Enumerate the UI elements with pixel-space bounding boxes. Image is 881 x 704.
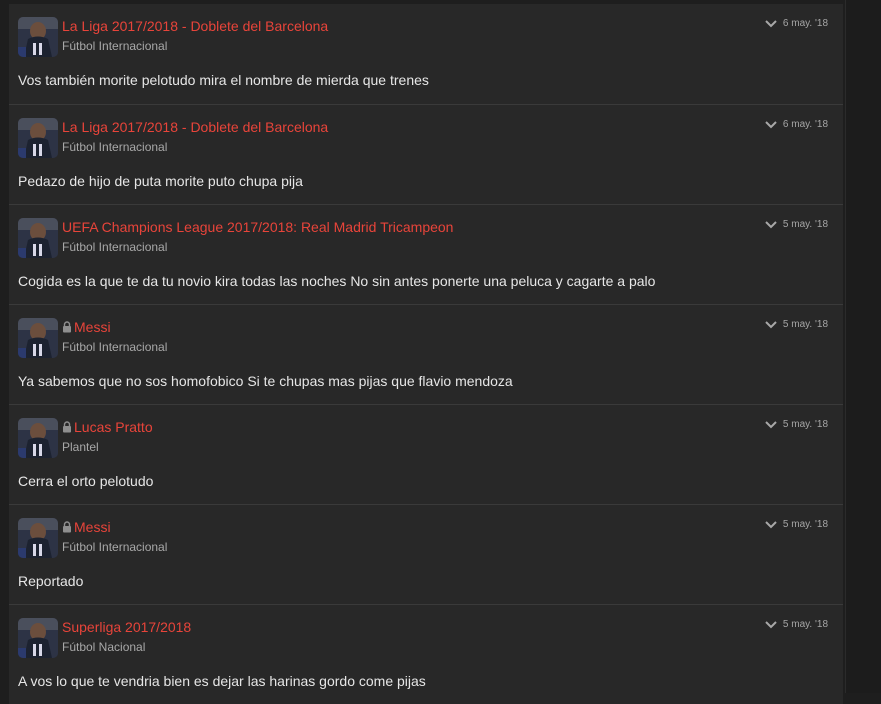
post-category[interactable]: Fútbol Internacional bbox=[62, 240, 167, 254]
lock-icon bbox=[63, 521, 71, 533]
chevron-down-icon[interactable] bbox=[765, 520, 777, 529]
post-meta: 5 may. '18 bbox=[765, 319, 828, 330]
avatar-image bbox=[18, 318, 58, 358]
post-title-link[interactable]: Messi bbox=[74, 319, 111, 335]
post-category[interactable]: Fútbol Internacional bbox=[62, 540, 167, 554]
avatar-image bbox=[18, 518, 58, 558]
post-date: 5 may. '18 bbox=[782, 219, 828, 230]
post-item: Superliga 2017/2018 Fútbol Nacional 5 ma… bbox=[9, 604, 843, 704]
post-meta: 6 may. '18 bbox=[765, 119, 828, 130]
post-body: Reportado bbox=[18, 573, 84, 589]
post-item: UEFA Champions League 2017/2018: Real Ma… bbox=[9, 204, 843, 304]
post-body: Cerra el orto pelotudo bbox=[18, 473, 154, 489]
post-title-line: Lucas Pratto bbox=[62, 419, 153, 435]
post-meta: 5 may. '18 bbox=[765, 519, 828, 530]
avatar-image bbox=[18, 17, 58, 57]
post-title-line: UEFA Champions League 2017/2018: Real Ma… bbox=[62, 219, 453, 235]
chevron-down-icon[interactable] bbox=[765, 220, 777, 229]
post-title-link[interactable]: Superliga 2017/2018 bbox=[62, 619, 191, 635]
avatar-image bbox=[18, 618, 58, 658]
chevron-down-icon[interactable] bbox=[765, 19, 777, 28]
post-title-link[interactable]: Lucas Pratto bbox=[74, 419, 153, 435]
post-title-line: La Liga 2017/2018 - Doblete del Barcelon… bbox=[62, 18, 328, 34]
post-title-line: Superliga 2017/2018 bbox=[62, 619, 191, 635]
post-meta: 5 may. '18 bbox=[765, 619, 828, 630]
avatar[interactable] bbox=[18, 17, 58, 57]
post-category[interactable]: Fútbol Internacional bbox=[62, 140, 167, 154]
post-meta: 5 may. '18 bbox=[765, 219, 828, 230]
post-date: 5 may. '18 bbox=[782, 319, 828, 330]
lock-icon bbox=[63, 421, 71, 433]
post-body: Vos también morite pelotudo mira el nomb… bbox=[18, 72, 429, 88]
post-category[interactable]: Fútbol Nacional bbox=[62, 640, 145, 654]
post-title-link[interactable]: La Liga 2017/2018 - Doblete del Barcelon… bbox=[62, 18, 328, 34]
avatar[interactable] bbox=[18, 118, 58, 158]
post-title-line: Messi bbox=[62, 519, 111, 535]
chevron-down-icon[interactable] bbox=[765, 320, 777, 329]
post-item: Lucas Pratto Plantel 5 may. '18 Cerra el… bbox=[9, 404, 843, 504]
post-meta: 6 may. '18 bbox=[765, 18, 828, 29]
side-gutter bbox=[845, 0, 881, 693]
post-body: Ya sabemos que no sos homofobico Si te c… bbox=[18, 373, 513, 389]
avatar[interactable] bbox=[18, 618, 58, 658]
post-body: Pedazo de hijo de puta morite puto chupa… bbox=[18, 173, 303, 189]
avatar-image bbox=[18, 118, 58, 158]
post-title-line: Messi bbox=[62, 319, 111, 335]
post-date: 5 may. '18 bbox=[782, 619, 828, 630]
post-body: A vos lo que te vendria bien es dejar la… bbox=[18, 673, 426, 689]
lock-icon bbox=[63, 321, 71, 333]
post-item: La Liga 2017/2018 - Doblete del Barcelon… bbox=[9, 4, 843, 104]
post-date: 6 may. '18 bbox=[782, 119, 828, 130]
post-body: Cogida es la que te da tu novio kira tod… bbox=[18, 273, 656, 289]
chevron-down-icon[interactable] bbox=[765, 420, 777, 429]
chevron-down-icon[interactable] bbox=[765, 620, 777, 629]
post-category[interactable]: Plantel bbox=[62, 440, 99, 454]
post-title-link[interactable]: Messi bbox=[74, 519, 111, 535]
avatar[interactable] bbox=[18, 418, 58, 458]
avatar[interactable] bbox=[18, 318, 58, 358]
post-item: Messi Fútbol Internacional 5 may. '18 Ya… bbox=[9, 304, 843, 404]
post-category[interactable]: Fútbol Internacional bbox=[62, 340, 167, 354]
avatar-image bbox=[18, 418, 58, 458]
post-meta: 5 may. '18 bbox=[765, 419, 828, 430]
activity-feed: La Liga 2017/2018 - Doblete del Barcelon… bbox=[9, 4, 843, 704]
post-title-line: La Liga 2017/2018 - Doblete del Barcelon… bbox=[62, 119, 328, 135]
post-item: Messi Fútbol Internacional 5 may. '18 Re… bbox=[9, 504, 843, 604]
chevron-down-icon[interactable] bbox=[765, 120, 777, 129]
post-date: 6 may. '18 bbox=[782, 18, 828, 29]
avatar[interactable] bbox=[18, 218, 58, 258]
avatar[interactable] bbox=[18, 518, 58, 558]
post-title-link[interactable]: La Liga 2017/2018 - Doblete del Barcelon… bbox=[62, 119, 328, 135]
post-category[interactable]: Fútbol Internacional bbox=[62, 39, 167, 53]
avatar-image bbox=[18, 218, 58, 258]
post-title-link[interactable]: UEFA Champions League 2017/2018: Real Ma… bbox=[62, 219, 453, 235]
post-date: 5 may. '18 bbox=[782, 519, 828, 530]
post-date: 5 may. '18 bbox=[782, 419, 828, 430]
post-item: La Liga 2017/2018 - Doblete del Barcelon… bbox=[9, 104, 843, 204]
